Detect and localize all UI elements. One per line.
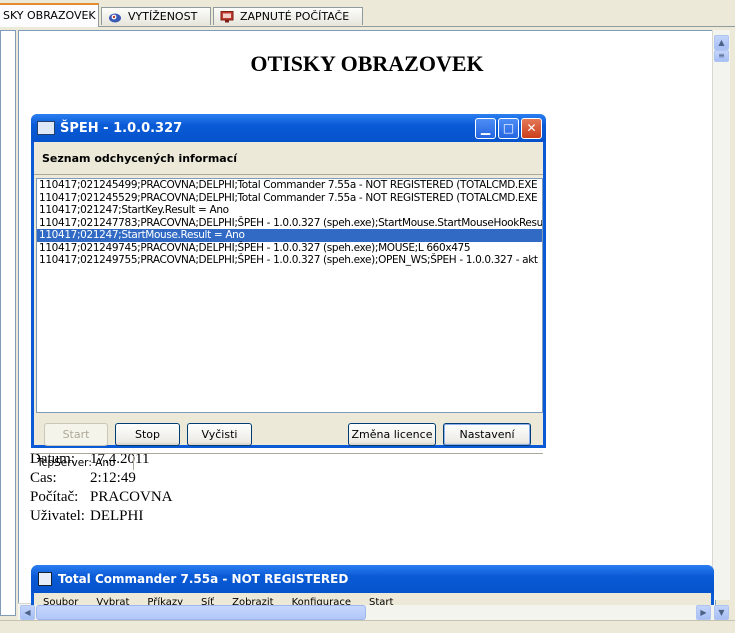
scroll-left-button[interactable]: ◀ bbox=[20, 605, 35, 620]
speh-titlebar[interactable]: ŠPEH - 1.0.0.327 ▁ □ ✕ bbox=[31, 114, 546, 142]
status-bar: TcpServer: Ano bbox=[34, 453, 543, 474]
left-panel bbox=[0, 30, 16, 616]
list-item[interactable]: 110417;021245529;PRACOVNA;DELPHI;Total C… bbox=[37, 192, 542, 205]
maximize-button[interactable]: □ bbox=[498, 118, 519, 139]
bottom-strip bbox=[0, 620, 735, 633]
log-list[interactable]: 110417;021245499;PRACOVNA;DELPHI;Total C… bbox=[36, 178, 543, 413]
info-label: Uživatel: bbox=[30, 508, 85, 524]
tab-strip: SKY OBRAZOVEK VYTÍŽENOST ZAPNUTÉ POČÍTAČ… bbox=[0, 0, 735, 27]
tab-label: ZAPNUTÉ POČÍTAČE bbox=[240, 9, 350, 23]
page-title: OTISKY OBRAZOVEK bbox=[250, 51, 484, 76]
speh-window: ŠPEH - 1.0.0.327 ▁ □ ✕ Seznam odchycenýc… bbox=[31, 114, 546, 470]
window-title: Total Commander 7.55a - NOT REGISTERED bbox=[58, 572, 349, 586]
close-button[interactable]: ✕ bbox=[521, 118, 542, 139]
section-title: Seznam odchycených informací bbox=[42, 152, 237, 165]
list-item[interactable]: 110417;021249745;PRACOVNA;DELPHI;ŠPEH - … bbox=[37, 242, 542, 255]
menu-item-konfigurace[interactable]: Konfigurace bbox=[283, 593, 360, 605]
list-item[interactable]: 110417;021249755;PRACOVNA;DELPHI;ŠPEH - … bbox=[37, 254, 542, 267]
tc-titlebar[interactable]: Total Commander 7.55a - NOT REGISTERED bbox=[31, 565, 714, 593]
tab-zapnute-pocitace[interactable]: ZAPNUTÉ POČÍTAČE bbox=[213, 7, 363, 25]
minimize-button[interactable]: ▁ bbox=[475, 118, 496, 139]
list-item[interactable]: 110417;021247783;PRACOVNA;DELPHI;ŠPEH - … bbox=[37, 217, 542, 230]
scroll-up-button[interactable]: ▲ bbox=[714, 35, 729, 50]
tab-label: SKY OBRAZOVEK bbox=[3, 9, 96, 22]
menu-item-prikazy[interactable]: Příkazy bbox=[138, 593, 192, 605]
tc-menubar: Soubor Vybrat Příkazy Síť Zobrazit Konfi… bbox=[34, 593, 711, 605]
window-title: ŠPEH - 1.0.0.327 bbox=[60, 120, 183, 136]
info-row-user: Uživatel: DELPHI bbox=[30, 508, 173, 527]
list-item[interactable]: 110417;021245499;PRACOVNA;DELPHI;Total C… bbox=[37, 179, 542, 192]
tab-vytizenost[interactable]: VYTÍŽENOST bbox=[101, 7, 211, 25]
horizontal-scrollbar[interactable]: ◀ ▶ bbox=[18, 603, 714, 621]
menu-item-vybrat[interactable]: Vybrat bbox=[87, 593, 138, 605]
start-button[interactable]: Start bbox=[44, 423, 108, 446]
menu-item-start[interactable]: Start bbox=[360, 593, 402, 605]
menu-item-sit[interactable]: Síť bbox=[192, 593, 223, 605]
monitor-icon bbox=[220, 10, 234, 23]
vertical-scrollbar[interactable]: ▲ ≡ bbox=[712, 30, 730, 600]
scroll-right-button[interactable]: ▶ bbox=[696, 605, 711, 620]
change-license-button[interactable]: Změna licence bbox=[348, 423, 436, 446]
app-icon bbox=[37, 121, 55, 135]
tab-otisky-obrazovek[interactable]: SKY OBRAZOVEK bbox=[0, 3, 99, 27]
info-value: PRACOVNA bbox=[90, 489, 173, 505]
info-row-computer: Počítač: PRACOVNA bbox=[30, 489, 173, 508]
horizontal-scroll-thumb[interactable] bbox=[36, 605, 366, 620]
total-commander-window: Total Commander 7.55a - NOT REGISTERED S… bbox=[31, 565, 714, 605]
info-value: DELPHI bbox=[90, 508, 144, 524]
list-item-selected[interactable]: 110417;021247;StartMouse.Result = Ano bbox=[37, 229, 542, 242]
app-icon bbox=[38, 572, 52, 586]
tab-divider bbox=[0, 26, 735, 27]
clear-button[interactable]: Vyčisti bbox=[187, 423, 252, 446]
window-controls: ▁ □ ✕ bbox=[475, 118, 542, 139]
status-text: TcpServer: Ano bbox=[34, 456, 134, 470]
section-divider bbox=[34, 174, 543, 175]
scroll-down-button[interactable]: ▼ bbox=[714, 605, 729, 620]
speh-client-area: Seznam odchycených informací 110417;0212… bbox=[34, 142, 543, 470]
info-label: Počítač: bbox=[30, 489, 79, 505]
scroll-thumb[interactable]: ≡ bbox=[714, 50, 729, 62]
performance-icon bbox=[108, 11, 122, 23]
settings-button[interactable]: Nastavení bbox=[443, 423, 531, 446]
tab-label: VYTÍŽENOST bbox=[128, 9, 198, 23]
stop-button[interactable]: Stop bbox=[115, 423, 180, 446]
menu-item-soubor[interactable]: Soubor bbox=[34, 593, 87, 605]
list-item[interactable]: 110417;021247;StartKey.Result = Ano bbox=[37, 204, 542, 217]
menu-item-zobrazit[interactable]: Zobrazit bbox=[223, 593, 283, 605]
